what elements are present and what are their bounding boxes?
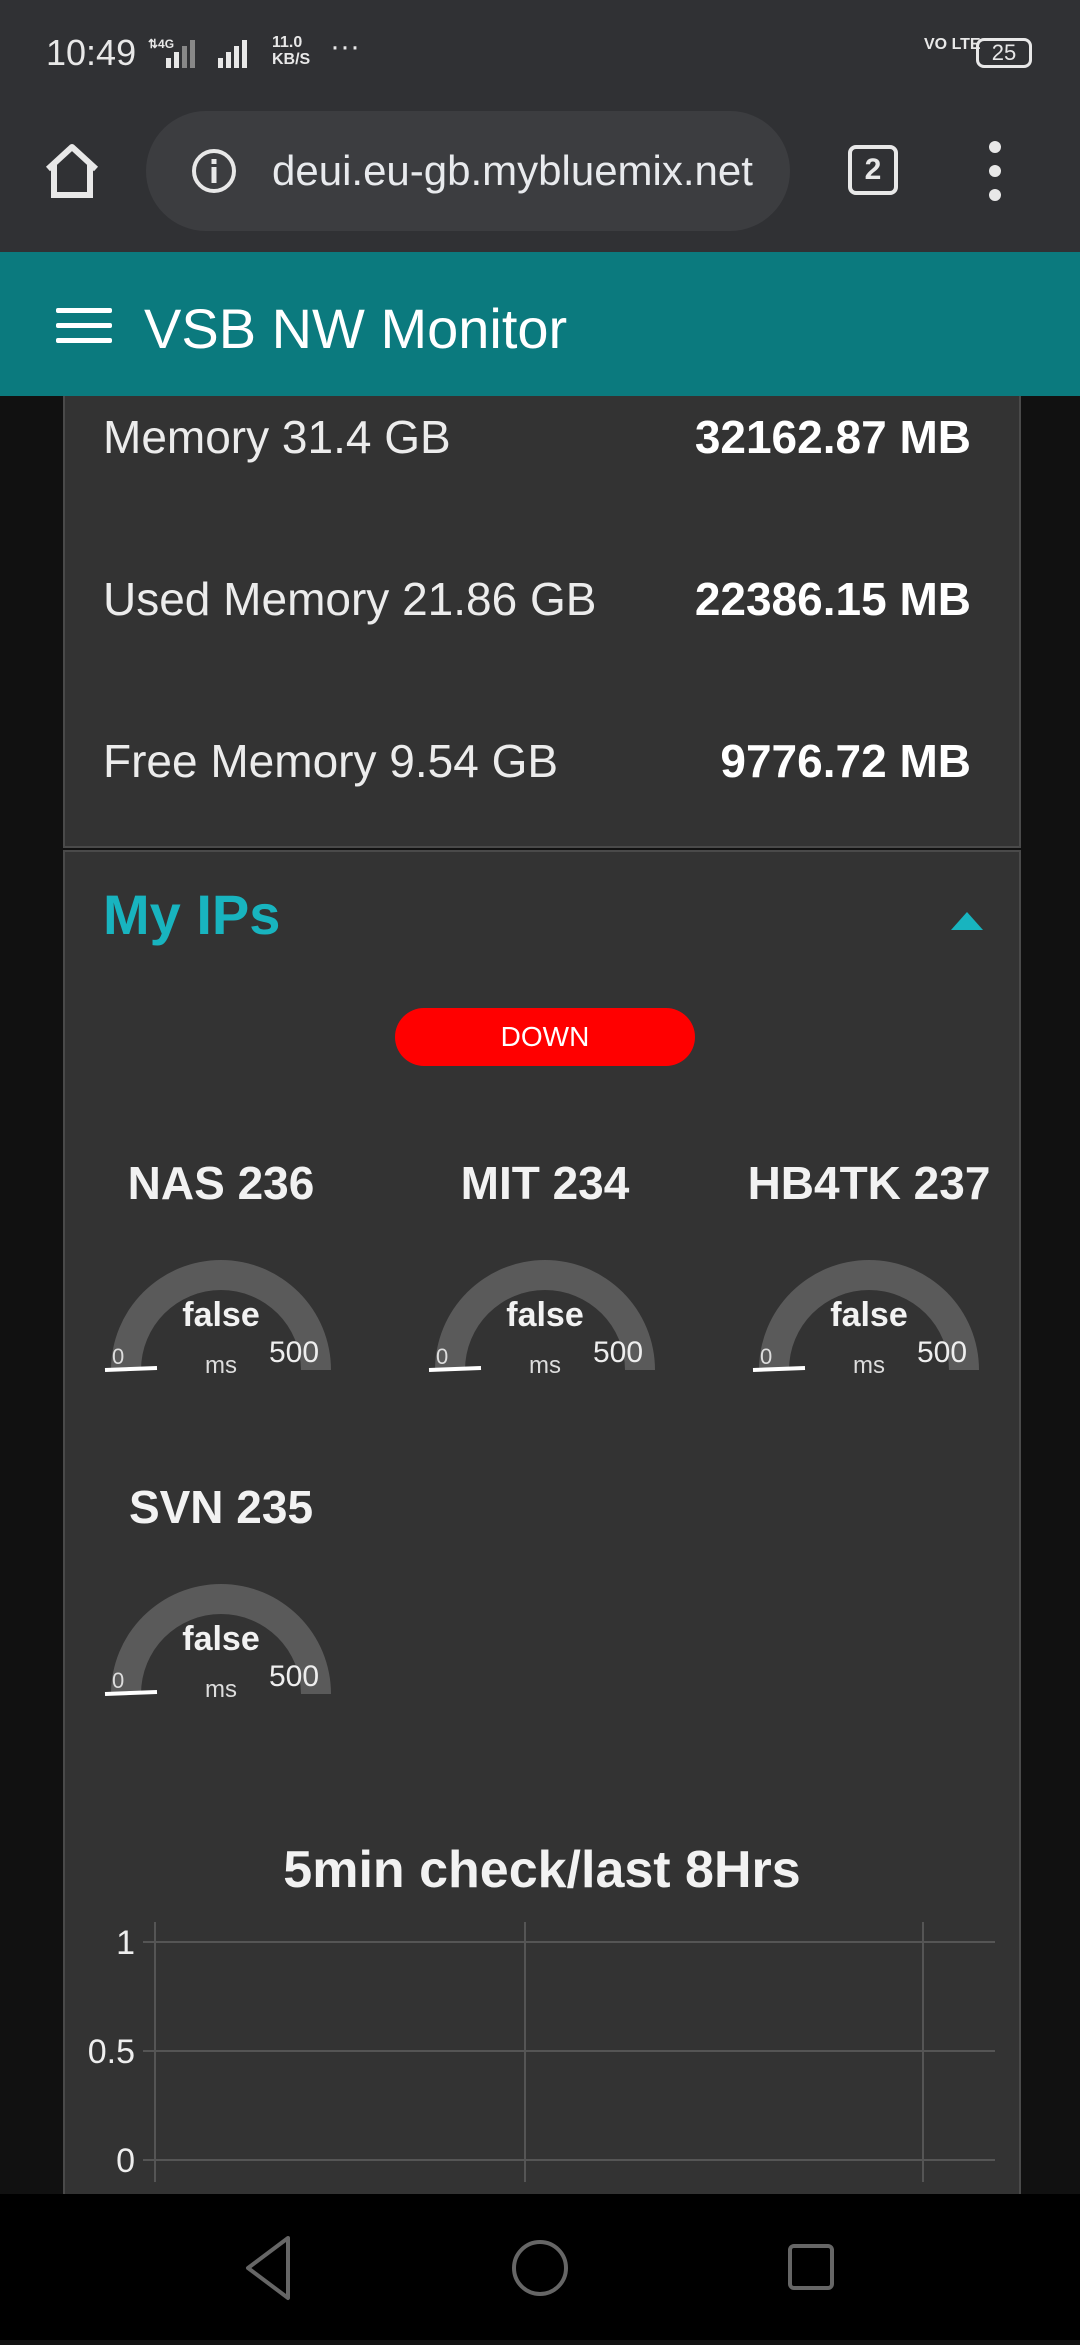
gauge-max: 500 [269, 1660, 320, 1693]
gauge-value: false [830, 1296, 908, 1334]
memory-panel: Memory 31.4 GB 32162.87 MB Used Memory 2… [63, 396, 1021, 848]
home-nav-icon[interactable] [512, 2240, 568, 2296]
gauge-max: 500 [917, 1336, 968, 1369]
volte-icon: VO LTE [924, 36, 981, 53]
home-icon[interactable] [40, 139, 104, 203]
memory-value: 32162.87 MB [694, 411, 971, 463]
battery-icon: 25 [976, 38, 1032, 68]
gauge-title: HB4TK 237 [747, 1157, 991, 1209]
tab-switcher-button[interactable]: 2 [848, 145, 898, 195]
network-speed-value: 11.0 [272, 34, 303, 51]
status-bar: 10:49 ⇅4G 11.0 KB/S ··· VO LTE 25 [0, 0, 1080, 105]
y-tick-label: 0.5 [88, 2033, 135, 2071]
used-memory-value: 22386.15 MB [694, 573, 971, 625]
free-memory-row: Free Memory 9.54 GB 9776.72 MB [103, 734, 971, 794]
url-text[interactable]: deui.eu-gb.mybluemix.net [272, 147, 753, 195]
free-memory-value: 9776.72 MB [720, 735, 971, 787]
gauge-max: 500 [269, 1336, 320, 1369]
used-memory-row: Used Memory 21.86 GB 22386.15 MB [103, 572, 971, 632]
memory-label: Memory 31.4 GB [103, 411, 451, 463]
address-bar[interactable]: deui.eu-gb.mybluemix.net [146, 111, 790, 231]
gauge-mit: MIT 234 false 0 ms 500 [415, 1156, 675, 1436]
used-memory-label: Used Memory 21.86 GB [103, 573, 597, 625]
network-speed: 11.0 KB/S [272, 34, 310, 68]
gauge-value: false [182, 1296, 260, 1334]
gauge-hb4tk: HB4TK 237 false 0 ms 500 [739, 1156, 999, 1436]
status-time: 10:49 [46, 32, 137, 73]
network-speed-unit: KB/S [272, 51, 311, 68]
system-nav-bar [0, 2194, 1080, 2340]
history-chart: 10.50 [88, 1922, 995, 2182]
gauge-nas: NAS 236 false 0 ms 500 [91, 1156, 351, 1436]
gauge-value: false [506, 1296, 584, 1334]
gauge-title: SVN 235 [128, 1481, 314, 1533]
gauge-value: false [182, 1620, 260, 1658]
status-badge: DOWN [395, 1008, 695, 1066]
gauge-title: NAS 236 [127, 1157, 315, 1209]
svg-text:⇅4G: ⇅4G [148, 37, 174, 51]
dashboard-content[interactable]: Memory 31.4 GB 32162.87 MB Used Memory 2… [0, 396, 1080, 2194]
chart-title: 5min check/last 8Hrs [283, 1841, 801, 1899]
gauge-max: 500 [593, 1336, 644, 1369]
memory-row: Memory 31.4 GB 32162.87 MB [103, 410, 971, 470]
app-header: VSB NW Monitor [0, 252, 1080, 396]
y-tick-label: 1 [116, 1924, 135, 1962]
collapse-arrow-icon[interactable] [951, 910, 983, 930]
more-notifications-icon: ··· [330, 30, 360, 63]
app-title: VSB NW Monitor [144, 297, 568, 360]
back-icon[interactable] [246, 2236, 290, 2300]
gauge-svn: SVN 235 false 0 ms 500 [91, 1480, 351, 1760]
menu-icon[interactable] [56, 308, 112, 344]
info-icon[interactable] [190, 147, 238, 195]
gauge-title: MIT 234 [460, 1157, 630, 1209]
my-ips-panel: My IPs DOWN NAS 236 false 0 ms 500 MIT 2… [63, 850, 1021, 2194]
overflow-menu-icon[interactable] [980, 139, 1010, 203]
signal-icon: ⇅4G [148, 36, 268, 77]
recents-icon[interactable] [788, 2244, 834, 2290]
free-memory-label: Free Memory 9.54 GB [103, 735, 559, 787]
browser-toolbar: deui.eu-gb.mybluemix.net 2 [0, 105, 1080, 252]
my-ips-title[interactable]: My IPs [103, 882, 280, 947]
y-tick-label: 0 [116, 2142, 135, 2180]
